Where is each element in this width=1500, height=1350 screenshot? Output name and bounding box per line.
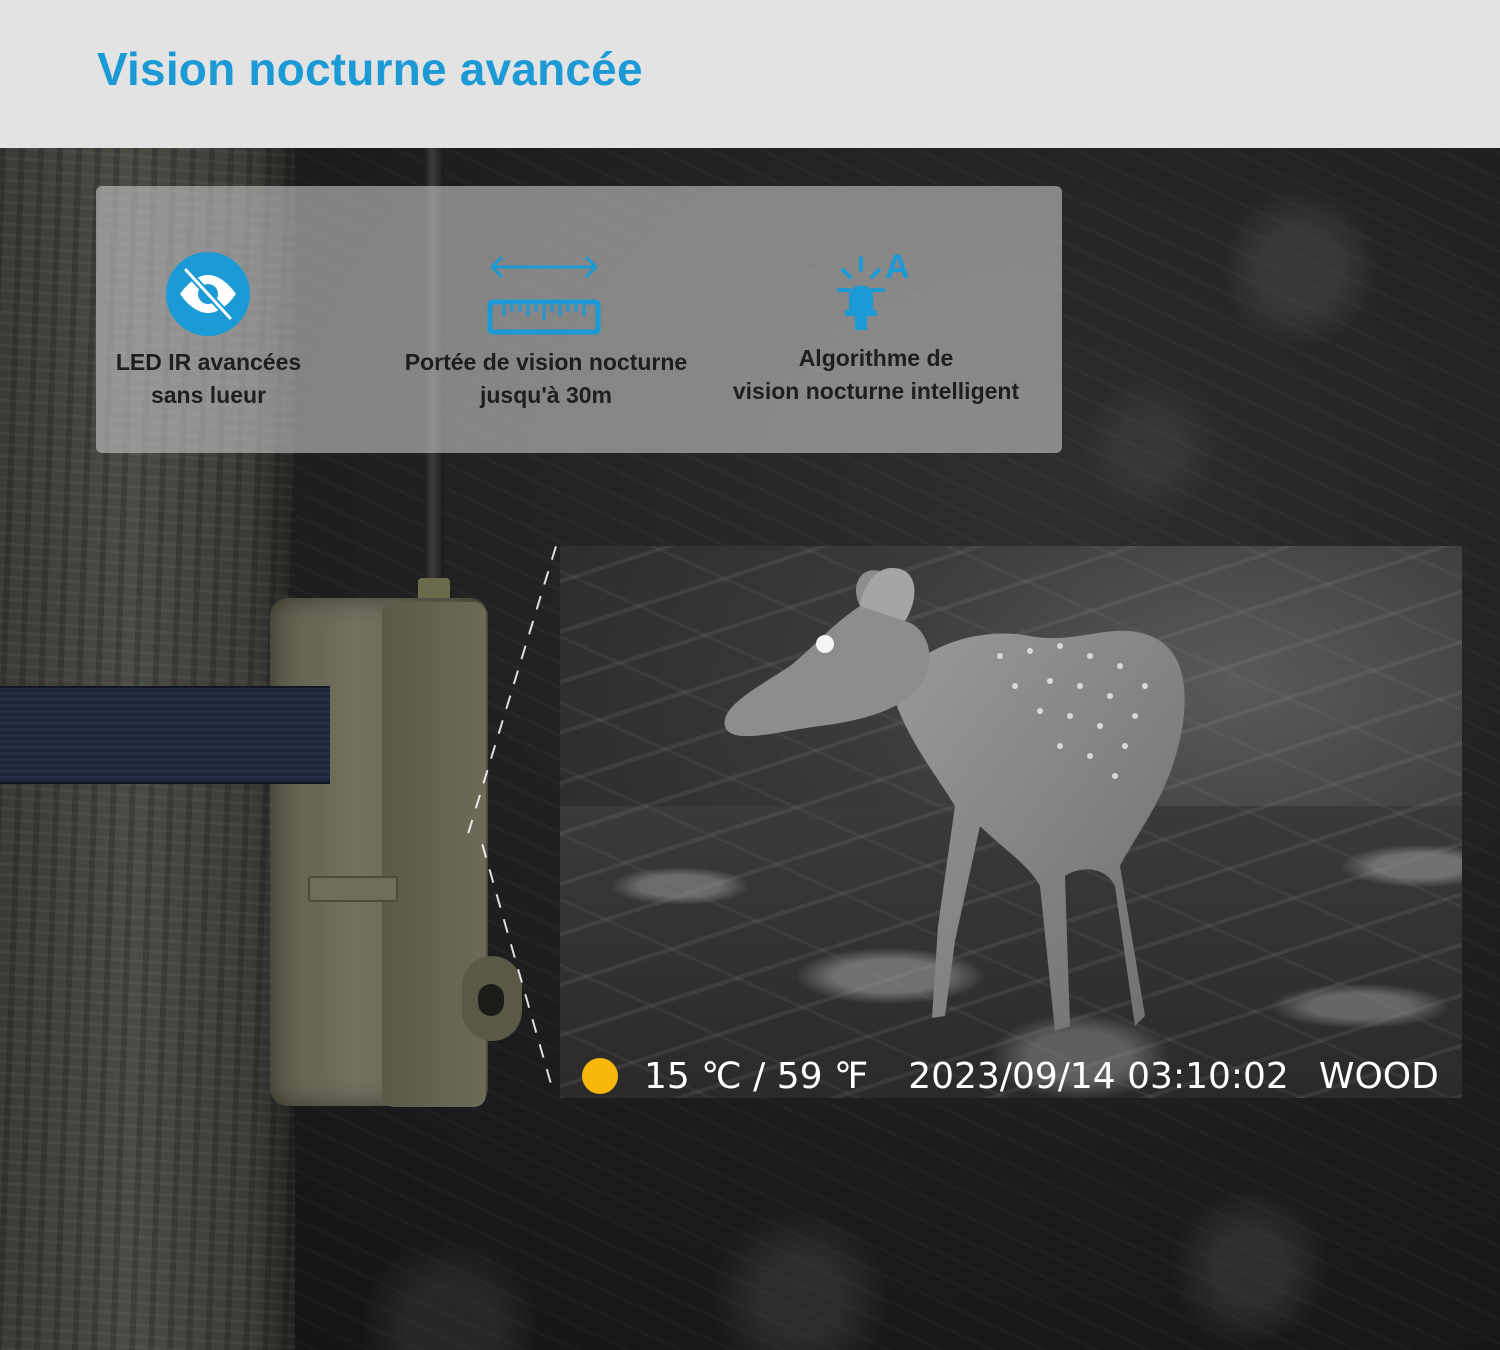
feature-algorithm: A Algorithme de vision nocturne intellig… xyxy=(711,186,1041,453)
osd-datetime: 2023/09/14 03:10:02 xyxy=(908,1055,1289,1097)
camera-latch xyxy=(308,876,398,902)
osd-location: WOOD xyxy=(1318,1055,1439,1097)
feature-label-algorithm: Algorithme de vision nocturne intelligen… xyxy=(732,345,1020,404)
features-panel: LED IR avancées sans lueur Portée de vis… xyxy=(96,186,1062,453)
eye-slash-icon xyxy=(166,252,250,336)
camera-osd-bar: 15 ℃ / 59 ℉ 2023/09/14 03:10:02 WOOD xyxy=(560,1046,1462,1106)
header-banner: Vision nocturne avancée xyxy=(0,0,1500,148)
feature-label-range: Portée de vision nocturne jusqu'à 30m xyxy=(404,349,688,408)
camera-lock-loop xyxy=(462,956,522,1041)
osd-temperature: 15 ℃ / 59 ℉ xyxy=(644,1055,869,1097)
moon-phase-icon xyxy=(582,1058,618,1094)
mounting-strap xyxy=(0,686,330,784)
ruler-range-icon xyxy=(487,255,601,335)
smart-light-icon: A xyxy=(837,248,910,330)
deer-image xyxy=(724,567,1185,1031)
page-title: Vision nocturne avancée xyxy=(97,43,643,95)
feature-ir-led: LED IR avancées sans lueur xyxy=(96,186,321,453)
feature-range: Portée de vision nocturne jusqu'à 30m xyxy=(366,186,726,453)
svg-text:A: A xyxy=(885,248,910,286)
feature-label-ir-led: LED IR avancées sans lueur xyxy=(115,349,302,408)
night-vision-photo xyxy=(560,546,1462,1098)
